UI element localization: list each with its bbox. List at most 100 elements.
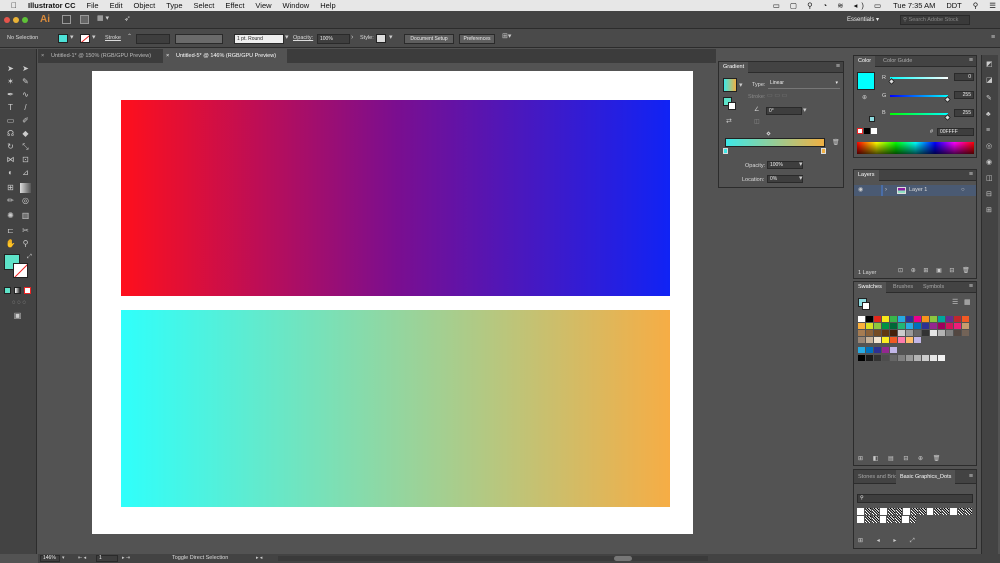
color-swatch[interactable] — [962, 323, 969, 329]
close-tab-icon[interactable]: × — [166, 49, 169, 63]
angle-dropdown-icon[interactable]: ▾ — [803, 107, 807, 115]
gradient-tool-icon[interactable] — [20, 183, 31, 193]
stroke-weight-stepper[interactable]: ⌃ — [127, 33, 132, 41]
color-swatch[interactable] — [858, 337, 865, 343]
stroke-swatch[interactable] — [80, 34, 90, 43]
color-swatch[interactable] — [858, 347, 865, 353]
pattern-swatch[interactable] — [957, 508, 965, 515]
opacity-field[interactable]: 100% — [317, 34, 350, 44]
shaper-tool-icon[interactable]: ☊ — [5, 129, 16, 139]
location-dropdown-icon[interactable]: ▾ — [799, 175, 803, 183]
next-artboard-icon[interactable]: ▸ ⇥ — [122, 554, 130, 562]
color-swatch[interactable] — [890, 323, 897, 329]
arrange-docs-icon[interactable]: ▦ ▾ — [97, 14, 109, 22]
apple-icon[interactable]:  — [11, 1, 17, 10]
none-swatch[interactable] — [857, 128, 863, 134]
tab-layers[interactable]: Layers — [854, 170, 879, 181]
location-field[interactable]: 0% — [767, 175, 803, 183]
midpoint-diamond-icon[interactable] — [766, 131, 771, 136]
pattern-swatch[interactable] — [872, 508, 880, 515]
zoom-dropdown-icon[interactable]: ▾ — [62, 554, 65, 562]
menu-effect[interactable]: Effect — [225, 1, 244, 10]
slice-tool-icon[interactable]: ✂ — [20, 226, 31, 236]
magic-wand-tool-icon[interactable]: ✶ — [5, 77, 16, 87]
color-swatch[interactable] — [890, 316, 897, 322]
pattern-swatch[interactable] — [926, 508, 934, 515]
color-swatch[interactable] — [890, 347, 897, 353]
color-swatch[interactable] — [930, 355, 937, 361]
color-swatch[interactable] — [866, 323, 873, 329]
width-tool-icon[interactable]: ⋈ — [5, 155, 16, 165]
menu-select[interactable]: Select — [194, 1, 215, 10]
color-swatch[interactable] — [882, 337, 889, 343]
gradient-preview-swatch[interactable] — [723, 78, 737, 92]
color-swatch[interactable] — [898, 323, 905, 329]
pattern-swatch[interactable] — [942, 508, 949, 515]
tab-symbols[interactable]: Symbols — [919, 282, 948, 293]
status-icons[interactable]: ▭ ▢ ⚲ ◔ ≋ ◂) ▭ — [773, 1, 885, 10]
pattern-swatch[interactable] — [887, 516, 894, 523]
gradient-slider-bar[interactable] — [725, 138, 825, 147]
color-swatch[interactable] — [866, 316, 873, 322]
pattern-swatch[interactable] — [902, 516, 909, 523]
tab-untitled-5[interactable]: × Untitled-5* @ 146% (RGB/GPU Preview) — [163, 49, 287, 63]
visibility-eye-icon[interactable]: ◉ — [858, 186, 863, 194]
style-dropdown-icon[interactable]: ▾ — [389, 34, 393, 42]
color-swatch[interactable] — [922, 316, 929, 322]
color-swatch[interactable] — [938, 330, 945, 336]
color-swatch[interactable] — [906, 330, 913, 336]
perspective-grid-tool-icon[interactable]: ⊿ — [20, 168, 31, 178]
tab-color-guide[interactable]: Color Guide — [879, 56, 916, 67]
brush-definition[interactable]: 1 pt. Round — [234, 34, 284, 44]
color-swatch[interactable] — [922, 355, 929, 361]
graphic-styles-icon[interactable]: ◫ — [986, 175, 993, 183]
hand-tool-icon[interactable]: ✋ — [5, 239, 16, 249]
color-mode-button[interactable] — [4, 287, 11, 294]
pattern-swatch[interactable] — [872, 516, 879, 523]
zoom-tool-icon[interactable]: ⚲ — [20, 239, 31, 249]
b-slider-knob[interactable] — [943, 113, 952, 122]
stop-opacity-field[interactable]: 100% — [767, 161, 803, 169]
rectangle-tool-icon[interactable]: ▭ — [5, 116, 16, 126]
menu-window[interactable]: Window — [283, 1, 310, 10]
swatches-footer-icons[interactable]: ⊞ ◧ ▤ ⊟ ⊕ 🗑 — [858, 455, 944, 463]
fill-dropdown-icon[interactable]: ▾ — [70, 34, 74, 42]
screen-mode-icon[interactable]: ▣ — [12, 311, 23, 321]
white-swatch[interactable] — [871, 128, 877, 134]
user-name[interactable]: DDT — [946, 1, 961, 10]
color-swatch[interactable] — [954, 316, 961, 322]
layer-name[interactable]: Layer 1 — [909, 187, 927, 193]
fill-swatch[interactable] — [58, 34, 68, 43]
color-fill-preview[interactable] — [857, 72, 875, 90]
swatch-grid[interactable] — [858, 316, 974, 344]
color-swatch[interactable] — [874, 323, 881, 329]
graphic-style-swatch[interactable] — [376, 34, 386, 43]
menu-edit[interactable]: Edit — [110, 1, 123, 10]
symbol-sprayer-tool-icon[interactable]: ✺ — [5, 211, 16, 221]
color-swatch[interactable] — [858, 330, 865, 336]
gradient-panel-title[interactable]: Gradient — [719, 62, 749, 73]
pattern-swatch[interactable] — [965, 508, 973, 515]
rotate-tool-icon[interactable]: ↻ — [5, 142, 16, 152]
stroke-panel-icon[interactable]: ≡ — [986, 127, 990, 135]
color-swatch[interactable] — [874, 355, 881, 361]
stroke-indicator[interactable] — [728, 102, 736, 110]
color-swatch[interactable] — [938, 323, 945, 329]
pattern-swatch[interactable] — [864, 508, 872, 515]
target-icon[interactable]: ○ — [961, 186, 965, 194]
color-swatch[interactable] — [946, 330, 953, 336]
transparency-icon[interactable]: ◎ — [986, 143, 992, 151]
color-swatch[interactable] — [914, 323, 921, 329]
color-swatch[interactable] — [906, 323, 913, 329]
first-artboard-icon[interactable]: ⇤ ◂ — [78, 554, 86, 562]
gradient-mode-button[interactable] — [14, 287, 21, 294]
notification-icon[interactable]: ☰ — [989, 1, 996, 10]
color-swatch[interactable] — [930, 323, 937, 329]
gradient-rectangle-top[interactable] — [121, 100, 670, 296]
color-swatch[interactable] — [874, 330, 881, 336]
reverse-gradient-icon[interactable]: ⇄ — [726, 118, 732, 126]
color-swatch[interactable] — [914, 337, 921, 343]
panel-menu-icon[interactable]: ≡ — [969, 283, 973, 291]
color-swatch[interactable] — [890, 355, 897, 361]
menu-view[interactable]: View — [255, 1, 271, 10]
